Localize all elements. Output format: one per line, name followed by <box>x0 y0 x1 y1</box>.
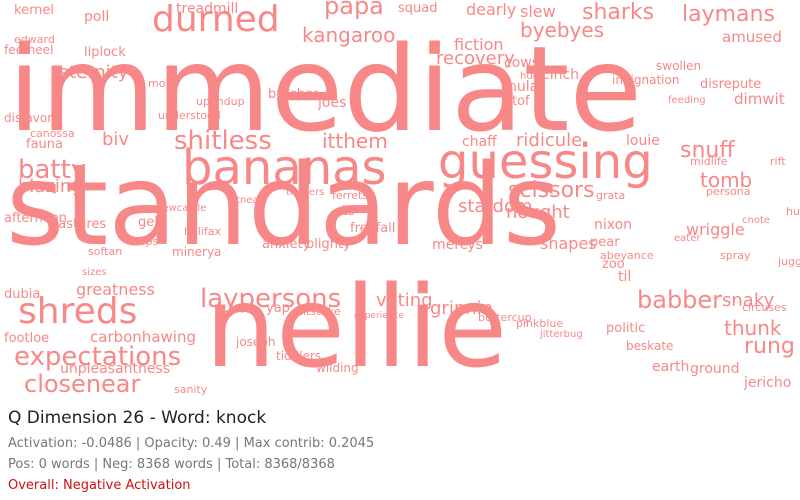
cloud-word: indignation <box>612 73 680 87</box>
cloud-word: mole <box>148 77 176 90</box>
cloud-word: afternoon <box>4 211 67 226</box>
cloud-word: hula <box>520 71 542 82</box>
cloud-word: kernel <box>14 3 55 18</box>
cloud-word: slew <box>520 2 556 21</box>
cloud-word: eater <box>674 233 701 244</box>
cloud-word: mercys <box>432 237 483 253</box>
cloud-word: anxiety <box>262 237 311 252</box>
cloud-word: grata <box>596 189 626 202</box>
cloud-word: ts <box>342 203 355 219</box>
cloud-word: liplock <box>84 45 126 60</box>
cloud-word: experience <box>354 311 404 321</box>
cloud-word: fiction <box>454 35 504 54</box>
cloud-word: swollen <box>656 59 702 73</box>
cloud-word: eternity <box>58 62 129 83</box>
cloud-word: tiddlers <box>276 349 322 363</box>
cloud-word: greatness <box>76 280 155 299</box>
cloud-word: disrepute <box>700 77 762 92</box>
cloud-word: louie <box>626 133 660 149</box>
cloud-word: carbonhawing <box>90 328 196 346</box>
cloud-word: ferrets <box>332 189 369 202</box>
cloud-word: politic <box>606 321 646 336</box>
cloud-word: hubert <box>786 205 800 218</box>
cloud-word: abeyance <box>600 249 654 262</box>
cloud-word: thunk <box>724 316 782 340</box>
cloud-word: beskate <box>626 339 674 353</box>
cloud-word: dubia <box>4 287 41 302</box>
cloud-word: voting <box>376 290 433 311</box>
cloud-word: edward <box>14 33 55 46</box>
cloud-word: dearly <box>466 0 517 19</box>
activation-stats: Activation: -0.0486 | Opacity: 0.49 | Ma… <box>8 436 375 451</box>
cloud-word: pear <box>590 235 620 250</box>
cloud-word: papa <box>324 0 384 20</box>
cloud-word: wilding <box>316 361 359 375</box>
cloud-word: joseph <box>236 335 276 349</box>
cloud-word: atof <box>504 94 530 109</box>
word-counts: Pos: 0 words | Neg: 8368 words | Total: … <box>8 457 335 472</box>
cloud-word: jericho <box>744 375 792 391</box>
cloud-word: shitless <box>174 126 272 156</box>
cloud-word: sanity <box>174 383 208 396</box>
cloud-word: sizes <box>82 267 107 278</box>
cloud-word: shapes <box>540 234 597 253</box>
cloud-word: babber <box>637 286 723 314</box>
cloud-word: biv <box>102 129 130 150</box>
cloud-word: freefall <box>350 221 396 236</box>
cloud-word: yap <box>266 301 290 316</box>
cloud-word: jitterbug <box>540 329 583 340</box>
cloud-word: ridicule <box>516 130 583 151</box>
cloud-word: understood <box>158 109 221 122</box>
cloud-word: squad <box>398 1 438 16</box>
cloud-word: joes <box>318 95 347 111</box>
cloud-word: hula <box>508 79 539 95</box>
cloud-word: canossa <box>30 127 75 140</box>
cloud-word: earth <box>652 359 690 375</box>
cloud-word: pinkblue <box>516 317 564 330</box>
cloud-word: itthem <box>322 129 388 153</box>
cloud-word: ground <box>690 361 740 377</box>
overall-status: Overall: Negative Activation <box>8 478 191 493</box>
cloud-word: midlife <box>690 155 728 168</box>
cloud-word: til <box>618 269 632 285</box>
cloud-word: cinch <box>542 67 580 83</box>
cloud-word: dimwit <box>734 90 785 108</box>
cloud-word: softan <box>88 245 123 258</box>
cloud-word: flops <box>132 235 159 248</box>
cloud-word: halifax <box>184 225 221 238</box>
cloud-word: juggling <box>778 255 800 268</box>
cloud-word: kangaroo <box>302 23 396 47</box>
cloud-word: circuses <box>742 301 787 314</box>
cloud-word: chaff <box>462 134 497 150</box>
word-cloud: immediate standards nellie bananas guess… <box>0 0 800 400</box>
cloud-word: byebyes <box>520 18 605 42</box>
cloud-word: spray <box>720 249 751 262</box>
cloud-word: cows <box>504 55 540 71</box>
cloud-word: persona <box>706 185 751 198</box>
cloud-word: poll <box>84 9 110 25</box>
cloud-word: amused <box>722 28 782 46</box>
cloud-word: atneart <box>230 195 267 206</box>
cloud-word: minerya <box>172 245 222 259</box>
cloud-word: unpleasantness <box>60 361 171 377</box>
cloud-word: laymans <box>682 2 775 27</box>
cloud-word: blighty <box>306 237 351 252</box>
cloud-word: feeding <box>668 95 706 106</box>
cloud-word: blazing <box>18 176 83 197</box>
cloud-word: newcastle <box>156 203 207 214</box>
cloud-word: timbers <box>286 187 325 198</box>
cloud-word: disfavor <box>4 111 53 125</box>
cloud-word: nought <box>506 202 570 223</box>
cloud-word: gel <box>138 215 158 230</box>
info-panel: Q Dimension 26 - Word: knock Activation:… <box>8 408 792 493</box>
cloud-word: footloe <box>4 331 50 346</box>
cloud-word: treadmill <box>176 1 239 17</box>
cloud-word: nixon <box>594 217 633 233</box>
cloud-word: cnote <box>742 215 771 226</box>
cloud-word: rift <box>770 155 786 168</box>
cloud-word: butcher <box>268 87 319 102</box>
cloud-word: upandup <box>196 95 245 108</box>
cloud-word: hitstrike <box>296 305 341 318</box>
dimension-title: Q Dimension 26 - Word: knock <box>8 408 267 428</box>
